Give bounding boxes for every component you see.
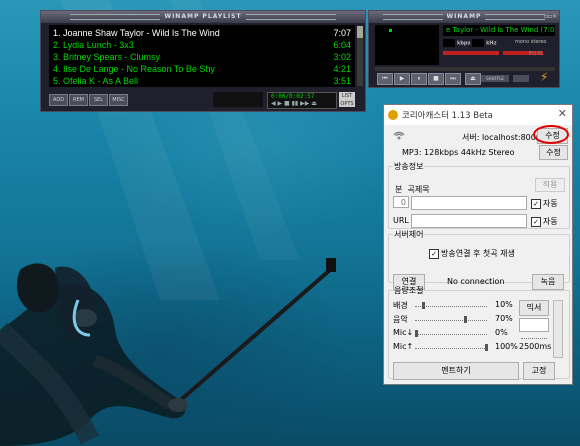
fix-button[interactable]: 고정 <box>523 362 555 380</box>
stop-icon[interactable]: ■ <box>428 73 444 85</box>
winamp-window-buttons-icon[interactable]: ▫▫× <box>544 13 557 20</box>
winamp-logo-icon[interactable]: ⚡ <box>540 70 554 84</box>
playlist-track[interactable]: 2. Lydia Lunch - 3x3 6:04 <box>53 39 351 51</box>
playlist-track[interactable]: 5. Ofelia K - As A Bell 3:51 <box>53 75 351 87</box>
shuffle-button[interactable]: SHUFFLE <box>481 75 509 82</box>
highlight-circle <box>533 125 569 144</box>
transport-controls: ⏮ ▶ ⏸ ■ ⏭ ⏏ <box>377 73 482 92</box>
volume-control-legend: 음량조절 <box>394 286 424 295</box>
close-icon[interactable]: ✕ <box>558 107 567 120</box>
auto-title-checkbox[interactable]: ✓ 자동 <box>531 198 558 209</box>
ment-button[interactable]: 멘트하기 <box>393 362 519 380</box>
auto-play-checkbox[interactable]: ✓ 방송연결 후 첫곡 재생 <box>429 248 515 259</box>
playlist-track[interactable]: 1. Joanne Shaw Taylor - Wild Is The Wind… <box>53 27 351 39</box>
encoding-info: MP3: 128kbps 44kHz Stereo <box>402 148 515 157</box>
master-volume-slider[interactable] <box>553 300 563 358</box>
dialog-title: 코리아캐스터 1.13 Beta <box>402 111 493 121</box>
mini-controls-icon[interactable]: ◀ ▶ ■ ▮▮ ▶▶ ⏏ <box>268 100 336 107</box>
broadcast-info-group: 방송정보 적용 분 곡제목 0 ✓ 자동 URL ✓ 자동 <box>388 161 570 229</box>
previous-icon[interactable]: ⏮ <box>377 73 393 85</box>
playlist-bottom-bar: ADD REM SEL MISC 0:00/0:02:57 ◀ ▶ ■ ▮▮ ▶… <box>47 91 359 109</box>
dialog-titlebar[interactable]: 코리아캐스터 1.13 Beta ✕ <box>384 105 572 125</box>
volume-control-group: 음량조절 배경 10% 음악 70% Mic↓ 0% Mic↑ 100% 믹서 2500… <box>388 285 570 380</box>
encoding-edit-button[interactable]: 수정 <box>539 145 568 160</box>
winamp-playlist-window: WINAMP PLAYLIST 1. Joanne Shaw Taylor - … <box>40 10 366 112</box>
playlist-info-area <box>213 92 263 107</box>
playlist-track[interactable]: 4. Ilse De Lange - No Reason To Be Shy 4:… <box>53 63 351 75</box>
auto-url-checkbox[interactable]: ✓ 자동 <box>531 216 558 227</box>
url-field[interactable] <box>411 214 527 228</box>
repeat-button[interactable] <box>513 75 529 82</box>
playlist-time-display: 0:00/0:02:57 <box>271 93 315 100</box>
song-marquee: e Taylor - Wild Is The Wind (7:07 <box>443 25 555 36</box>
playlist-scrollbar[interactable] <box>357 26 363 86</box>
list-opts-button[interactable]: LIST OPTS <box>339 92 355 107</box>
playlist-track-list: 1. Joanne Shaw Taylor - Wild Is The Wind… <box>49 25 355 87</box>
channel-indicator: mono stereo <box>515 39 547 45</box>
playlist-mini-player[interactable]: 0:00/0:02:57 ◀ ▶ ■ ▮▮ ▶▶ ⏏ <box>267 92 337 109</box>
eq-pl-toggles[interactable]: EQ PL <box>529 51 544 57</box>
playlist-add-button[interactable]: ADD <box>49 94 68 106</box>
playlist-title: WINAMP PLAYLIST <box>164 13 242 20</box>
mic-up-volume-slider[interactable]: Mic↑ 100% <box>393 342 518 354</box>
apply-button[interactable]: 적용 <box>535 178 565 192</box>
mixer-field[interactable] <box>519 318 549 332</box>
url-label: URL <box>393 216 409 225</box>
mic-down-volume-slider[interactable]: Mic↓ 0% <box>393 328 517 340</box>
mixer-button[interactable]: 믹서 <box>519 300 549 316</box>
winamp-titlebar[interactable]: WINAMP <box>369 11 559 23</box>
minute-field[interactable]: 0 <box>393 196 409 208</box>
visualizer[interactable] <box>375 25 439 65</box>
playlist-titlebar[interactable]: WINAMP PLAYLIST <box>41 11 365 23</box>
playlist-track[interactable]: 3. Britney Spears - Clumsy 3:02 <box>53 51 351 63</box>
playlist-misc-button[interactable]: MISC <box>109 94 128 106</box>
server-address: 서버: localhost:8000 <box>462 133 541 142</box>
delay-slider[interactable] <box>521 338 547 339</box>
song-title-field[interactable] <box>411 196 527 210</box>
play-icon[interactable]: ▶ <box>394 73 410 85</box>
playlist-rem-button[interactable]: REM <box>69 94 88 106</box>
eject-icon[interactable]: ⏏ <box>465 73 481 85</box>
info-column-headers: 분 곡제목 <box>395 185 430 194</box>
music-volume-slider[interactable]: 음악 70% <box>393 314 517 326</box>
playlist-sel-button[interactable]: SEL <box>89 94 108 106</box>
app-icon <box>388 110 398 120</box>
delay-value: 2500ms <box>519 342 552 351</box>
server-control-legend: 서버제어 <box>394 230 424 239</box>
broadcast-info-legend: 방송정보 <box>394 162 424 171</box>
volume-slider[interactable] <box>443 51 499 55</box>
server-control-group: 서버제어 ✓ 방송연결 후 첫곡 재생 연결 No connection 녹음 <box>388 229 570 290</box>
bitrate-display: kbps kHz <box>443 39 496 47</box>
winamp-title: WINAMP <box>446 13 482 20</box>
koreacaster-window: 코리아캐스터 1.13 Beta ✕ 서버: localhost:8000 수정… <box>383 104 573 385</box>
broadcast-icon <box>393 131 405 140</box>
seek-bar[interactable] <box>375 67 555 71</box>
pause-icon[interactable]: ⏸ <box>411 73 427 85</box>
background-volume-slider[interactable]: 배경 10% <box>393 300 517 312</box>
winamp-main-window: WINAMP ▫▫× e Taylor - Wild Is The Wind (… <box>368 10 560 88</box>
next-icon[interactable]: ⏭ <box>445 73 461 85</box>
